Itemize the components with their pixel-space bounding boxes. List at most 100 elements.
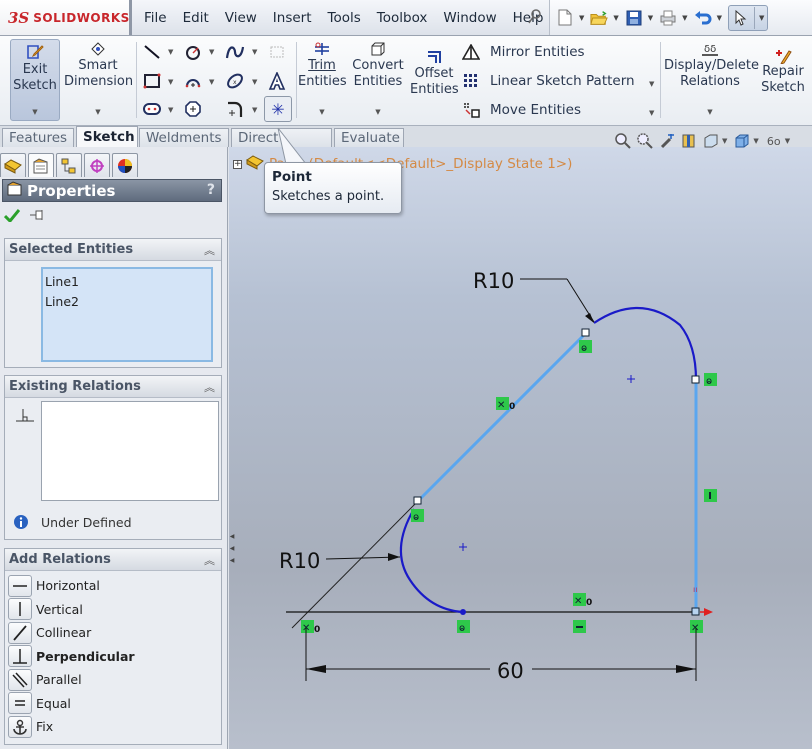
coincident-relation-badge[interactable]: ✕0	[573, 593, 592, 608]
endpoint-handle[interactable]	[581, 328, 590, 337]
menu-pin-icon[interactable]	[528, 9, 542, 29]
endpoint-handle[interactable]	[413, 496, 422, 505]
collapse-chevron-icon[interactable]: ︽	[204, 552, 215, 568]
convert-entities-button[interactable]: Convert Entities ▼	[350, 42, 406, 120]
chevron-down-icon[interactable]: ▼	[298, 104, 346, 120]
dimxpert-tab[interactable]	[84, 153, 110, 177]
add-relation-collinear[interactable]: Collinear	[5, 621, 221, 645]
left-fillet-arc[interactable]	[399, 508, 464, 614]
repair-sketch-button[interactable]: Repair Sketch	[758, 48, 808, 96]
undo-button[interactable]: ▼	[694, 9, 722, 27]
tab-weldments[interactable]: Weldments	[139, 128, 229, 147]
property-manager-tab[interactable]	[28, 153, 54, 177]
menu-window[interactable]: Window	[435, 10, 504, 26]
vertical-relation-badge[interactable]	[704, 489, 717, 502]
chevron-down-icon[interactable]: ▼	[252, 48, 257, 56]
offset-entities-button[interactable]: Offset Entities	[410, 50, 459, 98]
chevron-down-icon[interactable]: ▼	[209, 48, 214, 56]
slot-tool[interactable]	[141, 98, 163, 120]
add-relation-horizontal[interactable]: Horizontal	[5, 574, 221, 598]
top-fillet-radius-dimension[interactable]: R10	[473, 269, 514, 293]
chevron-down-icon[interactable]: ▼	[168, 78, 173, 86]
left-fillet-radius-dimension[interactable]: R10	[279, 549, 320, 573]
coincident-relation-badge[interactable]: ✕0	[301, 620, 320, 635]
chevron-down-icon[interactable]: ▼	[252, 106, 257, 114]
base-length-dimension[interactable]: 60	[497, 659, 524, 683]
chevron-down-icon[interactable]: ▼	[11, 104, 59, 120]
spline-tool[interactable]	[224, 41, 246, 63]
chevron-down-icon[interactable]: ▼	[579, 14, 584, 22]
help-icon[interactable]: ?	[207, 182, 215, 198]
new-document-button[interactable]: ▼	[556, 9, 584, 27]
add-relations-header[interactable]: Add Relations ︽	[5, 549, 221, 571]
add-relation-vertical[interactable]: Vertical	[5, 598, 221, 622]
panel-splitter-handle[interactable]: ◀ ◀ ◀	[228, 530, 236, 566]
ellipse-tool[interactable]: x	[224, 70, 246, 92]
plane-tool[interactable]	[266, 41, 288, 63]
chevron-down-icon[interactable]: ▼	[168, 106, 173, 114]
pushpin-icon[interactable]	[30, 209, 46, 224]
polygon-tool[interactable]	[182, 98, 204, 120]
menu-insert[interactable]: Insert	[265, 10, 320, 26]
text-tool[interactable]	[266, 70, 288, 92]
arc-endpoint[interactable]	[460, 609, 466, 615]
print-button[interactable]: ▼	[659, 9, 688, 27]
chevron-down-icon[interactable]: ▼	[682, 14, 687, 22]
fillet-tool[interactable]	[224, 98, 246, 120]
arc-tool[interactable]	[182, 70, 204, 92]
chevron-down-icon[interactable]: ▼	[648, 14, 653, 22]
display-delete-relations-button[interactable]: δδ Display/Delete Relations ▼	[664, 42, 759, 120]
add-relation-fix[interactable]: Fix	[5, 715, 221, 739]
solidworks-logo[interactable]: 3S SOLIDWORKS	[0, 0, 132, 35]
exit-sketch-button[interactable]: Exit Sketch ▼	[10, 39, 60, 121]
chevron-down-icon[interactable]: ▼	[64, 104, 132, 120]
coincident-relation-badge[interactable]: ✕0	[496, 397, 515, 412]
selected-entities-list[interactable]: Line1 Line2	[41, 267, 213, 362]
line1-selected[interactable]	[416, 331, 588, 503]
endpoint-handle[interactable]	[691, 607, 700, 616]
display-manager-tab[interactable]	[112, 153, 138, 177]
menu-edit[interactable]: Edit	[175, 10, 217, 26]
menu-toolbox[interactable]: Toolbox	[369, 10, 436, 26]
chevron-down-icon[interactable]: ▼	[722, 137, 727, 145]
rectangle-tool[interactable]	[141, 70, 163, 92]
open-button[interactable]: ▼	[590, 9, 619, 27]
tangent-relation-badge[interactable]: ⱺ	[457, 620, 470, 634]
chevron-down-icon[interactable]: ▼	[168, 48, 173, 56]
point-tool[interactable]: ✳	[264, 96, 292, 122]
existing-relations-list[interactable]	[41, 401, 219, 501]
existing-relations-header[interactable]: Existing Relations ︽	[5, 376, 221, 398]
tab-features[interactable]: Features	[2, 128, 74, 147]
move-entities-button[interactable]: Move Entities	[460, 100, 581, 120]
list-item[interactable]: Line2	[45, 292, 209, 312]
mirror-entities-button[interactable]: Mirror Entities	[460, 42, 585, 62]
chevron-down-icon[interactable]: ▼	[649, 80, 654, 88]
select-button[interactable]: ▼	[727, 4, 769, 31]
tab-sketch[interactable]: Sketch	[76, 126, 138, 147]
smart-dimension-button[interactable]: Smart Dimension ▼	[64, 42, 133, 120]
chevron-down-icon[interactable]: ▼	[209, 78, 214, 86]
chevron-down-icon[interactable]: ▼	[613, 14, 618, 22]
chevron-down-icon[interactable]: ▼	[785, 137, 790, 145]
feature-manager-tab[interactable]	[0, 153, 26, 177]
horizontal-relation-badge[interactable]	[573, 620, 586, 633]
collapse-chevron-icon[interactable]: ︽	[204, 379, 215, 395]
circle-tool[interactable]	[182, 41, 204, 63]
chevron-down-icon[interactable]: ▼	[753, 137, 758, 145]
add-relation-parallel[interactable]: Parallel	[5, 668, 221, 692]
chevron-down-icon[interactable]: ▼	[350, 104, 406, 120]
endpoint-handle[interactable]	[691, 375, 700, 384]
chevron-down-icon[interactable]: ▼	[649, 109, 654, 117]
chevron-down-icon[interactable]: ▼	[252, 78, 257, 86]
tab-evaluate[interactable]: Evaluate	[334, 128, 404, 147]
menu-file[interactable]: File	[136, 10, 175, 26]
chevron-down-icon[interactable]: ▼	[759, 14, 764, 22]
ok-checkmark-icon[interactable]	[3, 208, 21, 225]
save-button[interactable]: ▼	[625, 9, 653, 27]
tangent-relation-badge[interactable]: ⱺ	[411, 509, 424, 523]
menu-tools[interactable]: Tools	[320, 10, 369, 26]
trim-entities-button[interactable]: Trim Entities ▼	[298, 42, 347, 120]
list-item[interactable]: Line1	[45, 272, 209, 292]
configuration-manager-tab[interactable]	[56, 153, 82, 177]
top-fillet-arc[interactable]	[593, 306, 698, 381]
